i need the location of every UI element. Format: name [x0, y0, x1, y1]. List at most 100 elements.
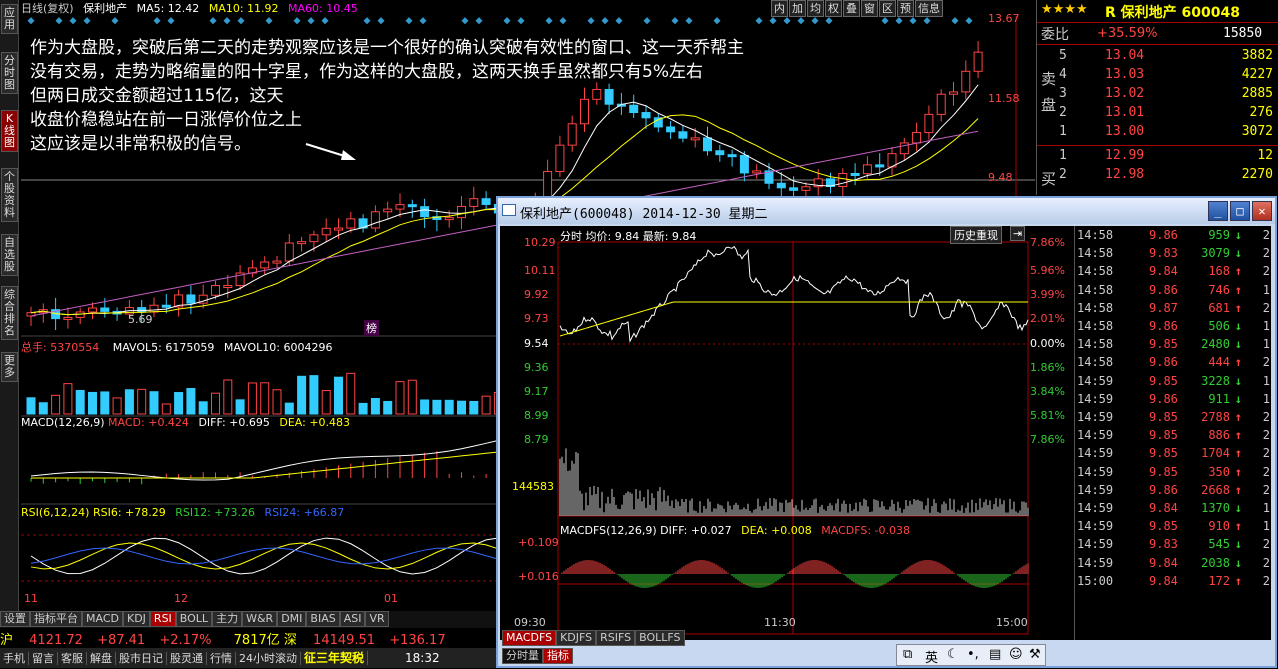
price-tick: 8.79 — [524, 433, 549, 446]
tab-boll[interactable]: BOLL — [175, 611, 213, 627]
sidebar-watchlist[interactable]: 自选股 — [1, 234, 18, 276]
tab-kdjfs[interactable]: KDJFS — [556, 630, 597, 646]
bottom-toolbar: 手机 留言 客服 解盘 股市日记 股灵通 行情 24小时滚动 征三年契税 18:32 — [0, 648, 496, 668]
btn-analysis[interactable]: 解盘 — [87, 652, 116, 665]
btn-diary[interactable]: 股市日记 — [116, 652, 167, 665]
toolbar-btn[interactable]: 信息 — [915, 0, 943, 17]
pct-tick: 7.86% — [1030, 236, 1065, 249]
sidebar-apps[interactable]: 应用 — [1, 4, 18, 34]
trade-ticks[interactable]: 14:58 9.86 959 ↓ 2 14:58 9.83 3079 ↓ 2 14:58 9.84 16… — [1074, 226, 1271, 640]
trade-row: 14:59 9.84 2038 ↓ 2 — [1077, 555, 1270, 570]
trade-row: 14:59 9.85 2788 ↑ 2 — [1077, 410, 1270, 424]
btn-service[interactable]: 客服 — [58, 652, 87, 665]
price-tick: 10.11 — [524, 264, 556, 277]
btn-market[interactable]: 行情 — [207, 652, 236, 665]
tab-vr[interactable]: VR — [365, 611, 389, 627]
time-open: 09:30 — [514, 616, 546, 629]
toolbar-btn[interactable]: 内 — [771, 0, 788, 17]
macd-axis-top: +0.109 — [518, 536, 559, 549]
tab-bias[interactable]: BIAS — [306, 611, 340, 627]
annotation-line: 但两日成交金额超过115亿，这天 — [30, 86, 284, 106]
toolbar-btn[interactable]: 区 — [879, 0, 896, 17]
sz-label: 深 — [283, 633, 297, 648]
news-ticker[interactable]: 征三年契税 — [301, 651, 369, 665]
chart-toolbar: 内加均权叠窗区预信息 — [770, 0, 943, 17]
sidebar-kline[interactable]: K线图 — [1, 110, 18, 152]
event-markers — [27, 17, 973, 25]
sell-row: 1 13.00 3072 — [1059, 124, 1273, 139]
tab-asi[interactable]: ASI — [339, 611, 366, 627]
btn-mobile[interactable]: 手机 — [0, 652, 29, 665]
sidebar-intraday[interactable]: 分时图 — [1, 52, 18, 94]
window-icon — [502, 204, 516, 216]
price-tick: 10.29 — [524, 236, 556, 249]
btn-message[interactable]: 留言 — [29, 652, 58, 665]
wrench-icon[interactable]: ⚒ — [1029, 647, 1041, 662]
trade-row: 14:58 9.86 506 ↓ 1 — [1077, 319, 1270, 333]
rsi24-value: RSI24: +66.87 — [264, 506, 345, 519]
close-button[interactable]: ✕ — [1252, 201, 1272, 221]
sidebar-ranking[interactable]: 综合排名 — [1, 286, 18, 340]
diff-value: DIFF: +0.695 — [198, 416, 270, 429]
minimize-button[interactable]: _ — [1208, 201, 1228, 221]
macd-label: MACD(12,26,9) — [21, 416, 105, 429]
sell-row: 5 13.04 3882 — [1059, 48, 1273, 63]
tab-settings[interactable]: 设置 — [0, 611, 30, 627]
bang-marker[interactable]: 榜 — [364, 320, 379, 336]
btn-ling[interactable]: 股灵通 — [167, 652, 207, 665]
toolbar-btn[interactable]: 预 — [897, 0, 914, 17]
ime-lang[interactable]: 英 — [925, 647, 938, 666]
toolbar-btn[interactable]: 叠 — [843, 0, 860, 17]
window-titlebar[interactable]: 保利地产(600048) 2014-12-30 星期二 _ □ ✕ — [498, 198, 1275, 224]
toolbar-btn[interactable]: 加 — [789, 0, 806, 17]
tab-intraday-volume[interactable]: 分时量 — [502, 648, 543, 664]
tab-main[interactable]: 主力 — [212, 611, 243, 627]
btn-24h[interactable]: 24小时滚动 — [236, 652, 301, 665]
tab-rsi[interactable]: RSI — [149, 611, 176, 627]
annotation-line: 没有交易，走势为略缩量的阳十字星，作为这样的大盘股，这两天换手虽然都只有5%左右 — [30, 62, 703, 82]
ma10-value: MA10: 11.92 — [208, 2, 279, 15]
sidebar-more[interactable]: 更多 — [1, 352, 18, 382]
trade-row: 14:59 9.84 1370 ↓ 1 — [1077, 501, 1270, 515]
tab-indicator-platform[interactable]: 指标平台 — [30, 611, 82, 627]
tab-kdj[interactable]: KDJ — [122, 611, 150, 627]
punct-icon[interactable]: •, — [967, 647, 979, 662]
price-tick: 9.73 — [524, 312, 549, 325]
tab-macdfs[interactable]: MACDFS — [502, 630, 557, 646]
tab-macd[interactable]: MACD — [82, 611, 123, 627]
user-icon[interactable]: ☺ — [1009, 647, 1023, 662]
toolbar-btn[interactable]: 权 — [825, 0, 842, 17]
maximize-button[interactable]: □ — [1230, 201, 1250, 221]
rsi-header: RSI(6,12,24) RSI6: +78.29 RSI12: +73.26 … — [21, 506, 344, 519]
history-replay-button[interactable]: 历史重现 — [950, 226, 1002, 244]
trade-row: 14:58 9.85 2480 ↓ 1 — [1077, 337, 1270, 352]
ime-toolbar[interactable]: ⧉ 英 ☾ •, ▤ ☺ ⚒ — [896, 644, 1046, 666]
trade-row: 14:59 9.85 1704 ↑ 2 — [1077, 446, 1270, 461]
mavol10: MAVOL10: 6004296 — [223, 341, 333, 354]
toolbar-btn[interactable]: 窗 — [861, 0, 878, 17]
sidebar-stock-info[interactable]: 个股资料 — [1, 168, 18, 222]
trade-row: 14:58 9.87 681 ↑ 2 — [1077, 300, 1270, 315]
low-marker: 5.69 — [128, 313, 153, 326]
tab-bollfs[interactable]: BOLLFS — [635, 630, 685, 646]
tab-dmi[interactable]: DMI — [277, 611, 307, 627]
trade-row: 14:58 9.86 959 ↓ 2 — [1077, 228, 1270, 242]
tab-rsifs[interactable]: RSIFS — [596, 630, 636, 646]
time-noon: 11:30 — [764, 616, 796, 629]
export-icon[interactable]: ⇥ — [1010, 226, 1026, 241]
rating-stars: ★★★★ — [1041, 2, 1088, 17]
trade-row: 14:58 9.84 168 ↑ 2 — [1077, 264, 1270, 279]
intraday-macd-header: MACDFS(12,26,9) DIFF: +0.027 DEA: +0.008… — [560, 524, 910, 537]
toolbar-btn[interactable]: 均 — [807, 0, 824, 17]
tab-indicator[interactable]: 指标 — [543, 648, 573, 664]
tab-wr[interactable]: W&R — [242, 611, 278, 627]
intraday-chart[interactable] — [500, 226, 1074, 640]
sz-value: 14149.51 — [313, 633, 376, 648]
moon-icon[interactable]: ☾ — [947, 647, 959, 662]
sh-label: 沪 — [0, 633, 14, 648]
trade-row: 14:59 9.85 886 ↑ 2 — [1077, 428, 1270, 443]
keyboard-icon[interactable]: ▤ — [989, 647, 1001, 662]
chart-mode[interactable]: 日线(复权) — [21, 2, 74, 15]
trade-row: 14:59 9.86 2668 ↑ 2 — [1077, 482, 1270, 497]
ma5-value: MA5: 12.42 — [136, 2, 200, 15]
